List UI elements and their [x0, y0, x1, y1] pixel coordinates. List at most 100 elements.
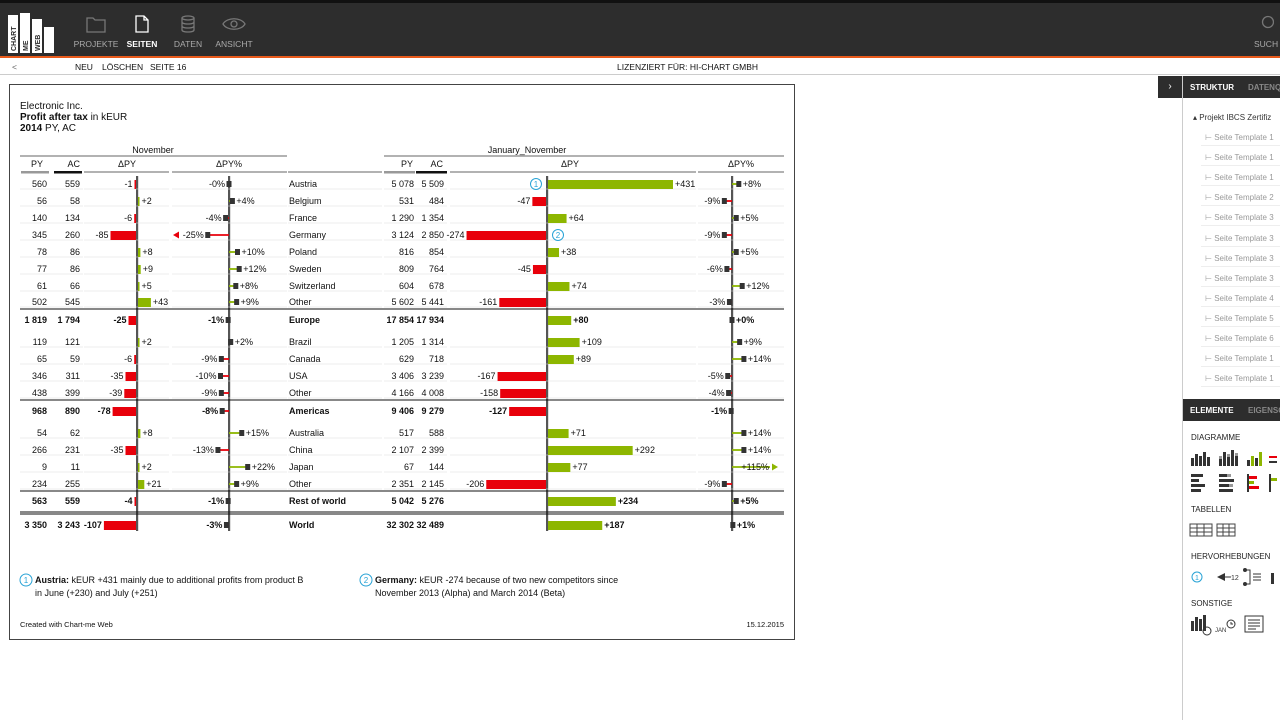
nav-label: ANSICHT — [215, 39, 253, 49]
ytd-dpyp-pin-head — [721, 198, 727, 204]
ytd-dpyp-label: +14% — [748, 354, 771, 364]
section-tabellen: TABELLEN — [1191, 505, 1232, 514]
nav-search[interactable]: SUCH — [1254, 15, 1278, 49]
ytd-dpyp-label: +5% — [740, 213, 758, 223]
ytd-dpyp-label: -1% — [711, 406, 727, 416]
cell-nov-py: 266 — [32, 445, 47, 455]
ytd-dpy-label: -161 — [479, 297, 497, 307]
cell-ytd-ac: 32 489 — [416, 520, 444, 530]
ytd-dpy-label: +71 — [571, 428, 586, 438]
chart-tools[interactable] — [1189, 448, 1279, 494]
report-chart[interactable]: Electronic Inc.Profit after tax in kEUR2… — [10, 85, 794, 639]
nov-dpy-label: -35 — [110, 371, 123, 381]
back-button[interactable]: < — [12, 62, 17, 72]
delete-page-button[interactable]: LÖSCHEN — [102, 62, 143, 72]
nov-dpyp-label: +15% — [246, 428, 269, 438]
tab-datenquellen[interactable]: DATENQ — [1248, 83, 1280, 92]
ytd-dpy-bar — [532, 265, 546, 274]
tab-eigenschaften[interactable]: EIGENSC — [1248, 406, 1280, 415]
nov-dpy-label: -25 — [113, 315, 126, 325]
nav-ansicht[interactable]: ANSICHT — [205, 15, 263, 55]
nov-dpy-bar — [138, 298, 151, 307]
tree-page-item[interactable]: ⊢ Seite Template 1 — [1205, 374, 1274, 383]
section-sonstige: SONSTIGE — [1191, 599, 1233, 608]
cell-ytd-ac: 588 — [429, 428, 444, 438]
cell-ytd-py: 3 124 — [391, 230, 414, 240]
nov-dpy-bar — [125, 372, 136, 381]
tree-page-item[interactable]: ⊢ Seite Template 1 — [1205, 173, 1274, 182]
cell-nov-py: 438 — [32, 388, 47, 398]
tab-struktur[interactable]: STRUKTUR — [1190, 83, 1234, 92]
cell-ytd-ac: 5 276 — [421, 496, 444, 506]
top-toolbar: CHART ME WEB PROJEKTE SEITEN DATEN ANSIC… — [0, 0, 1280, 58]
tree-page-item[interactable]: ⊢ Seite Template 3 — [1205, 254, 1274, 263]
report-canvas[interactable]: Electronic Inc. Profit after tax in kEUR 2… — [9, 84, 795, 640]
tree-page-item[interactable]: ⊢ Seite Template 1 — [1205, 153, 1274, 162]
svg-text:WEB: WEB — [35, 35, 42, 51]
tree-page-item[interactable]: ⊢ Seite Template 3 — [1205, 274, 1274, 283]
col-header-ac: AC — [67, 159, 80, 169]
cell-ytd-ac: 2 850 — [421, 230, 444, 240]
tree-page-item[interactable]: ⊢ Seite Template 1 — [1205, 354, 1274, 363]
cell-ytd-ac: 17 934 — [416, 315, 444, 325]
cell-nov-ac: 59 — [70, 354, 80, 364]
tree-branch-icon: ⊢ — [1205, 334, 1215, 343]
cell-region-name: Germany — [289, 230, 327, 240]
company-name: Electronic Inc. — [20, 101, 83, 112]
cell-nov-ac: 890 — [65, 406, 80, 416]
section-hervorhebungen: HERVORHEBUNGEN — [1191, 552, 1271, 561]
cell-nov-ac: 134 — [65, 213, 80, 223]
tree-page-item[interactable]: ⊢ Seite Template 5 — [1205, 314, 1274, 323]
tree-page-label: Seite Template 3 — [1214, 233, 1274, 243]
cell-region-name: Sweden — [289, 264, 322, 274]
nov-dpy-bar — [138, 282, 140, 291]
table-tools[interactable] — [1189, 522, 1239, 538]
nav-label: DATEN — [173, 39, 203, 49]
cell-nov-ac: 86 — [70, 247, 80, 257]
tree-project[interactable]: ▴ Projekt IBCS Zertifiz — [1193, 113, 1271, 122]
report-scenario: 2014 PY, AC — [20, 123, 76, 134]
cell-region-name: Brazil — [289, 337, 312, 347]
panel-collapse-button[interactable]: › — [1158, 76, 1182, 98]
ytd-dpyp-label: -9% — [704, 230, 720, 240]
search-icon — [1261, 15, 1274, 29]
ytd-dpy-bar — [548, 429, 569, 438]
nov-dpy-bar — [110, 231, 136, 240]
nov-dpyp-pin-head — [245, 464, 251, 470]
nov-dpyp-overflow-arrow — [173, 231, 179, 239]
ytd-dpyp-pin-head — [741, 447, 747, 453]
tree-page-item[interactable]: ⊢ Seite Template 3 — [1205, 213, 1274, 222]
nov-dpyp-label: -9% — [201, 388, 217, 398]
nov-dpyp-label: -13% — [193, 445, 214, 455]
col-header-py: PY — [401, 159, 413, 169]
tree-project-label: Projekt IBCS Zertifiz — [1199, 113, 1272, 122]
nov-dpyp-label: -1% — [208, 315, 224, 325]
note-number: 1 — [24, 576, 29, 585]
other-tools[interactable]: JAN — [1189, 613, 1279, 637]
tree-page-item[interactable]: ⊢ Seite Template 2 — [1205, 193, 1274, 202]
col-header-ac: AC — [430, 159, 443, 169]
nov-dpy-bar — [124, 389, 136, 398]
cell-region-name: Switzerland — [289, 281, 336, 291]
tree-divider — [1201, 366, 1280, 368]
license-text: LIZENZIERT FÜR: HI-CHART GMBH — [617, 62, 759, 72]
nov-dpyp-label: +8% — [240, 281, 258, 291]
ytd-dpyp-label: -6% — [707, 264, 723, 274]
cell-nov-ac: 1 794 — [57, 315, 80, 325]
cell-nov-py: 563 — [32, 496, 47, 506]
tree-page-item[interactable]: ⊢ Seite Template 1 — [1205, 133, 1274, 142]
tree-page-item[interactable]: ⊢ Seite Template 3 — [1205, 234, 1274, 243]
chart-me-web-logo[interactable]: CHART ME WEB — [8, 13, 56, 55]
highlight-tools[interactable]: 1 12 — [1189, 567, 1279, 587]
cell-nov-py: 77 — [37, 264, 47, 274]
tree-divider — [1201, 386, 1280, 388]
cell-region-name: Austria — [289, 179, 317, 189]
tree-branch-icon: ⊢ — [1205, 133, 1215, 142]
nov-dpy-bar — [138, 463, 140, 472]
new-page-button[interactable]: NEU — [75, 62, 93, 72]
tree-page-item[interactable]: ⊢ Seite Template 6 — [1205, 334, 1274, 343]
tab-elemente[interactable]: ELEMENTE — [1190, 406, 1234, 415]
tree-page-item[interactable]: ⊢ Seite Template 4 — [1205, 294, 1274, 303]
nov-dpyp-pin-head — [234, 299, 240, 305]
cell-nov-ac: 311 — [66, 371, 80, 381]
